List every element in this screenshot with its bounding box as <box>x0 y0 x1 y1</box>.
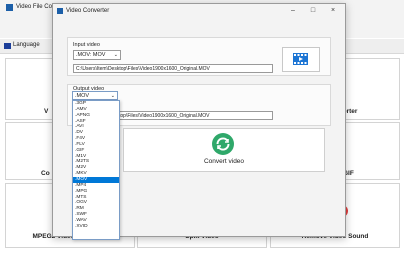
output-type-dropdown: .3GP .AMV .APNG .ASF .AVI .DV .F4V .FLV .GIF .M1V… <box>72 100 120 240</box>
app-icon <box>6 4 13 11</box>
chevron-down-icon: ⌄ <box>113 52 118 58</box>
tile-mid-left-label: Co <box>41 170 50 177</box>
language-menu[interactable]: Language <box>13 42 40 48</box>
input-path-field[interactable]: C:\Users\Item\Desktop\Files\Video1900x16… <box>73 64 273 73</box>
close-button[interactable]: × <box>325 6 341 16</box>
input-type-value: .MOV: MOV <box>76 52 106 58</box>
convert-video-label: Convert video <box>203 158 245 165</box>
output-path-text: top\Files\Video1900x1600_Original.MOV <box>119 113 210 119</box>
output-type-select[interactable]: .MOV ⌄ <box>72 91 118 100</box>
convert-video-button[interactable]: Convert video <box>123 128 325 172</box>
output-type-value: .MOV <box>75 93 90 99</box>
maximize-button[interactable]: □ <box>305 6 321 16</box>
dialog-titlebar: Video Converter – □ × <box>53 4 345 19</box>
input-preview-thumbnail[interactable] <box>282 47 320 72</box>
dropdown-option[interactable]: .XVID <box>73 224 119 230</box>
tile-top-left-label: V <box>44 108 49 115</box>
language-flag-icon <box>4 43 11 49</box>
convert-icon <box>212 133 234 155</box>
dialog-title: Video Converter <box>66 8 110 14</box>
input-type-select[interactable]: .MOV: MOV ⌄ <box>73 50 121 60</box>
minimize-button[interactable]: – <box>285 6 301 16</box>
dialog-app-icon <box>57 8 63 14</box>
input-video-label: Input video <box>73 42 100 48</box>
input-video-group: Input video .MOV: MOV ⌄ C:\Users\Item\De… <box>67 37 331 76</box>
film-icon <box>293 53 308 65</box>
